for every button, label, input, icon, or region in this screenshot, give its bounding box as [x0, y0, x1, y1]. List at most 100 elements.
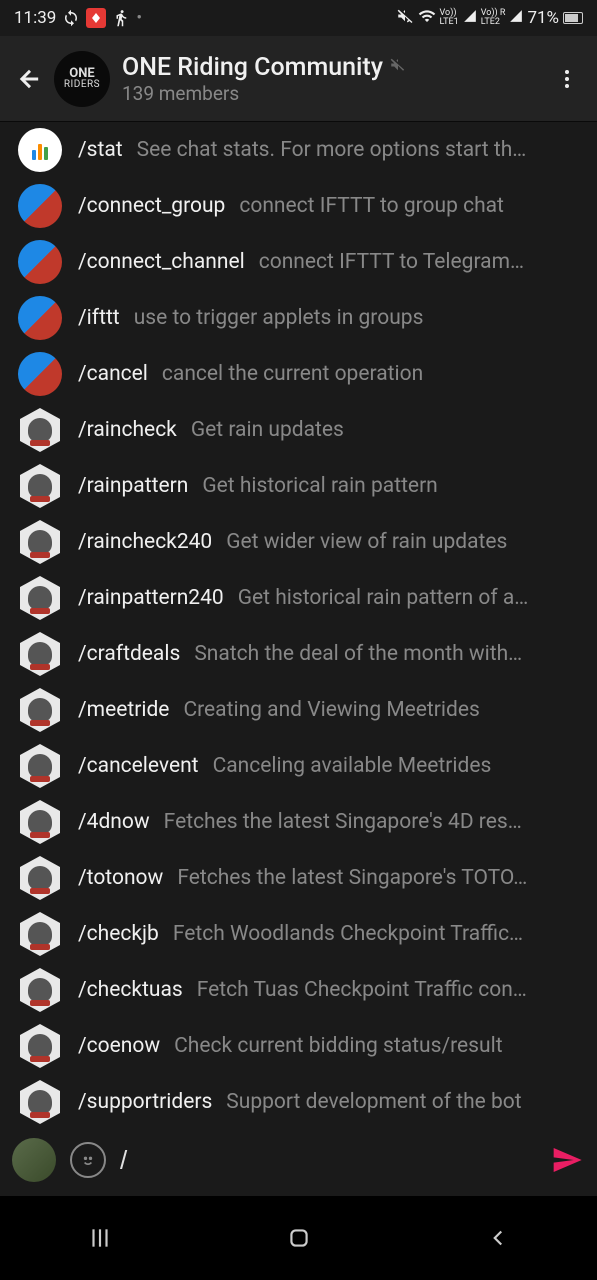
command-text: /stat See chat stats. For more options st… [78, 138, 591, 162]
command-row[interactable]: /raincheckGet rain updates [0, 402, 597, 458]
command-name: /connect_channel [78, 250, 245, 274]
command-name: /connect_group [78, 194, 225, 218]
bot-avatar-icon [18, 968, 62, 1012]
command-name: /supportriders [78, 1090, 212, 1114]
command-row[interactable]: /cancelevent Canceling available Meetride… [0, 738, 597, 794]
command-text: /connect_groupconnect IFTTT to group cha… [78, 194, 591, 218]
command-description: Snatch the deal of the month with… [194, 642, 522, 666]
status-right: Vo))LTE1 Vo)) RLTE2 71% [396, 7, 583, 29]
command-row[interactable]: /meetride Creating and Viewing Meetrides [0, 682, 597, 738]
command-name: /ifttt [78, 306, 120, 330]
sync-icon [62, 9, 80, 27]
command-row[interactable]: /iftttuse to trigger applets in groups [0, 290, 597, 346]
command-row[interactable]: /checktuas Fetch Tuas Checkpoint Traffic … [0, 962, 597, 1018]
home-button[interactable] [269, 1218, 329, 1258]
command-row[interactable]: /4dnowFetches the latest Singapore's 4D … [0, 794, 597, 850]
chat-title: ONE Riding Community [122, 53, 547, 82]
command-name: /raincheck240 [78, 530, 212, 554]
command-description: Fetch Tuas Checkpoint Traffic con… [197, 978, 527, 1002]
bot-avatar-icon [18, 632, 62, 676]
bot-avatar-icon [18, 1024, 62, 1068]
back-nav-button[interactable] [468, 1218, 528, 1258]
bot-avatar-icon [18, 744, 62, 788]
command-row[interactable]: /raincheck240Get wider view of rain upda… [0, 514, 597, 570]
command-name: /rainpattern [78, 474, 188, 498]
chat-header[interactable]: ONE RIDERS ONE Riding Community 139 memb… [0, 36, 597, 122]
message-input-bar [0, 1124, 597, 1196]
signal1-icon [463, 9, 477, 27]
command-description: connect IFTTT to Telegram… [259, 250, 524, 274]
command-text: /raincheck240Get wider view of rain upda… [78, 530, 591, 554]
command-row[interactable]: /connect_channel connect IFTTT to Telegra… [0, 234, 597, 290]
muted-icon [389, 56, 407, 79]
battery-pct: 71% [527, 8, 559, 28]
command-name: /stat [78, 138, 123, 162]
command-text: /4dnowFetches the latest Singapore's 4D … [78, 810, 591, 834]
command-description: Fetches the latest Singapore's TOTO… [177, 866, 527, 890]
command-name: /checktuas [78, 978, 183, 1002]
command-name: /checkjb [78, 922, 159, 946]
group-avatar[interactable]: ONE RIDERS [54, 51, 110, 107]
emoji-button[interactable] [70, 1142, 106, 1178]
command-description: Get historical rain pattern [202, 474, 437, 498]
command-description: Check current bidding status/result [174, 1034, 502, 1058]
app-badge-icon [86, 8, 106, 28]
command-text: /craftdealsSnatch the deal of the month … [78, 642, 591, 666]
command-name: /4dnow [78, 810, 150, 834]
command-text: /totonowFetches the latest Singapore's T… [78, 866, 591, 890]
more-options-button[interactable] [547, 59, 587, 99]
command-row[interactable]: /supportriders Support development of the… [0, 1074, 597, 1124]
message-input[interactable] [120, 1145, 535, 1176]
mute-icon [396, 7, 414, 29]
command-description: Fetch Woodlands Checkpoint Traffic… [173, 922, 523, 946]
command-row[interactable]: /craftdealsSnatch the deal of the month … [0, 626, 597, 682]
command-row[interactable]: /rainpattern Get historical rain pattern [0, 458, 597, 514]
command-name: /rainpattern240 [78, 586, 224, 610]
command-row[interactable]: /rainpattern240 Get historical rain patte… [0, 570, 597, 626]
bot-avatar-icon [18, 520, 62, 564]
command-description: Creating and Viewing Meetrides [183, 698, 479, 722]
command-row[interactable]: /connect_groupconnect IFTTT to group cha… [0, 178, 597, 234]
bot-avatar-icon [18, 856, 62, 900]
lte1-label: Vo))LTE1 [440, 9, 459, 27]
command-name: /meetride [78, 698, 169, 722]
command-name: /cancelevent [78, 754, 199, 778]
command-row[interactable]: /checkjb Fetch Woodlands Checkpoint Traff… [0, 906, 597, 962]
commands-list[interactable]: /stat See chat stats. For more options st… [0, 122, 597, 1124]
wifi-icon [418, 7, 436, 29]
battery-icon [563, 12, 583, 24]
command-row[interactable]: /totonowFetches the latest Singapore's T… [0, 850, 597, 906]
command-description: Support development of the bot [226, 1090, 521, 1114]
command-description: See chat stats. For more options start t… [137, 138, 527, 162]
lte2-label: Vo)) RLTE2 [481, 9, 506, 27]
command-text: /rainpattern Get historical rain pattern [78, 474, 591, 498]
status-time: 11:39 [14, 8, 56, 28]
recents-button[interactable] [70, 1218, 130, 1258]
bot-avatar-icon [18, 408, 62, 452]
status-left: 11:39 • [14, 8, 142, 28]
back-button[interactable] [10, 59, 50, 99]
bot-avatar-icon [18, 576, 62, 620]
command-row[interactable]: /stat See chat stats. For more options st… [0, 122, 597, 178]
command-text: /cancelcancel the current operation [78, 362, 591, 386]
header-info[interactable]: ONE Riding Community 139 members [122, 53, 547, 105]
command-text: /cancelevent Canceling available Meetride… [78, 754, 591, 778]
user-avatar[interactable] [12, 1138, 56, 1182]
command-text: /checktuas Fetch Tuas Checkpoint Traffic … [78, 978, 591, 1002]
command-row[interactable]: /coenow Check current bidding status/resu… [0, 1018, 597, 1074]
bot-avatar-icon [18, 1080, 62, 1124]
command-description: Get historical rain pattern of a… [238, 586, 529, 610]
command-text: /supportriders Support development of the… [78, 1090, 591, 1114]
command-description: Canceling available Meetrides [213, 754, 492, 778]
command-text: /rainpattern240 Get historical rain patte… [78, 586, 591, 610]
bot-avatar-icon [18, 800, 62, 844]
bot-avatar-icon [18, 464, 62, 508]
bot-avatar-icon [18, 912, 62, 956]
command-name: /coenow [78, 1034, 160, 1058]
signal2-icon [509, 9, 523, 27]
command-text: /coenow Check current bidding status/resu… [78, 1034, 591, 1058]
send-button[interactable] [549, 1142, 585, 1178]
command-row[interactable]: /cancelcancel the current operation [0, 346, 597, 402]
bot-avatar-icon [18, 128, 62, 172]
dot-icon: • [136, 8, 142, 28]
